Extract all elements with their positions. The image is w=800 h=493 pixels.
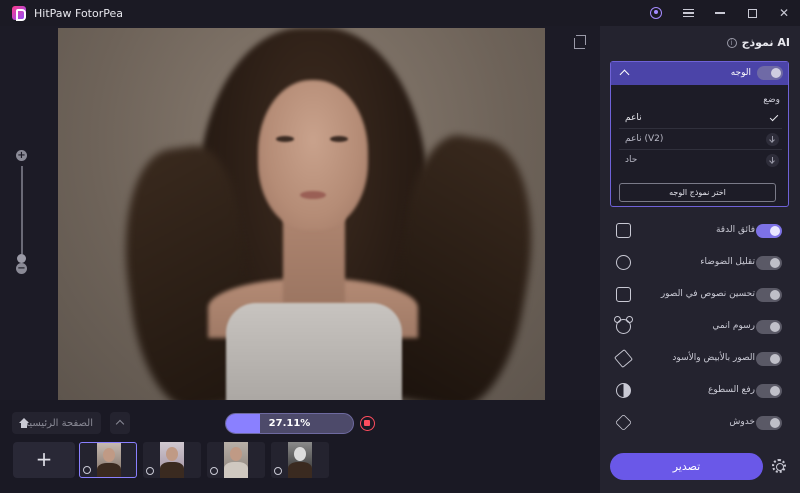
crop-icon[interactable] — [574, 35, 586, 49]
face-model-card: الوجه وضع ناعم ناعم (V2) حاد اختر نموذج … — [610, 61, 789, 207]
zoom-slider[interactable]: + − — [16, 150, 28, 274]
colorize-icon — [613, 348, 634, 369]
workspace: + − — [0, 26, 600, 400]
zoom-handle[interactable] — [17, 254, 26, 263]
chevron-up-icon[interactable] — [619, 69, 630, 80]
scratch-toggle[interactable] — [756, 416, 782, 430]
face-model-header[interactable]: الوجه — [611, 62, 788, 85]
mode-option-soft[interactable]: ناعم — [619, 110, 782, 129]
photo-eye-left — [276, 136, 294, 142]
upscale-icon — [616, 223, 631, 238]
window-controls: ✕ — [640, 0, 800, 26]
gear-icon[interactable] — [772, 459, 786, 473]
feature-scratch: خدوش — [610, 413, 782, 433]
thumbnail-2[interactable] — [143, 442, 201, 478]
home-label: الصفحة الرئيسية — [24, 417, 93, 429]
info-icon[interactable]: i — [726, 37, 737, 48]
feature-label: رفع السطوع — [708, 385, 755, 395]
feature-label: رسوم انمي — [712, 321, 755, 331]
face-model-toggle[interactable] — [757, 66, 783, 80]
maximize-icon — [747, 8, 757, 18]
thumbnail-image — [288, 442, 312, 478]
zoom-track[interactable] — [21, 166, 23, 254]
feature-brightness: رفع السطوع — [610, 381, 782, 401]
thumbnail-4[interactable] — [271, 442, 329, 478]
image-canvas[interactable] — [58, 28, 545, 400]
anime-icon — [614, 316, 633, 334]
photo-eye-right — [330, 136, 348, 142]
thumbnail-status-icon — [274, 467, 282, 475]
home-button[interactable]: الصفحة الرئيسية — [12, 412, 101, 434]
feature-label: فائق الدقة — [715, 225, 755, 235]
close-button[interactable]: ✕ — [768, 0, 800, 26]
export-button[interactable]: تصدير — [610, 453, 763, 480]
thumbnail-1[interactable] — [79, 442, 137, 478]
choose-face-model-button[interactable]: اختر نموذج الوجه — [619, 183, 776, 202]
thumbnail-image — [160, 442, 184, 478]
feature-colorize: الصور بالأبيض والأسود — [610, 348, 782, 369]
mode-option-soft-v2[interactable]: ناعم (V2) — [619, 131, 782, 150]
feature-denoise: تقليل الضوضاء — [610, 253, 782, 273]
denoise-toggle[interactable] — [756, 256, 782, 270]
minimize-button[interactable] — [704, 0, 736, 26]
feature-label: تحسين نصوص في الصور — [660, 289, 755, 299]
anime-toggle[interactable] — [756, 320, 782, 334]
thumbnail-status-icon — [146, 467, 154, 475]
app-logo-icon — [12, 6, 26, 21]
upscale-toggle[interactable] — [756, 224, 782, 238]
feature-label: تقليل الضوضاء — [700, 257, 755, 267]
title-bar: HitPaw FotorPea ✕ — [0, 0, 800, 26]
text-enhance-toggle[interactable] — [756, 288, 782, 302]
mode-option-label: ناعم (V2) — [625, 134, 664, 144]
menu-icon — [682, 9, 694, 17]
colorize-toggle[interactable] — [756, 352, 782, 366]
brightness-toggle[interactable] — [756, 384, 782, 398]
thumbnail-3[interactable] — [207, 442, 265, 478]
progress-text: 27.11% — [268, 418, 311, 429]
panel-title: نموذج AI — [741, 36, 790, 49]
ai-model-panel: i نموذج AI الوجه وضع ناعم ناعم (V2) حاد … — [600, 26, 800, 493]
panel-header: i نموذج AI — [726, 36, 790, 49]
scratch-icon — [615, 414, 632, 431]
zoom-in-button[interactable]: + — [16, 150, 27, 161]
progress-bar: 27.11% — [225, 413, 354, 434]
zoom-out-button[interactable]: − — [16, 263, 27, 274]
thumbnail-status-icon — [83, 466, 91, 474]
feature-label: الصور بالأبيض والأسود — [672, 353, 755, 363]
photo-garment — [226, 303, 402, 400]
feature-upscale: فائق الدقة — [610, 221, 782, 241]
collapse-button[interactable] — [110, 412, 130, 434]
feature-text-enhance: تحسين نصوص في الصور — [610, 285, 782, 305]
photo-lips — [300, 191, 326, 199]
maximize-button[interactable] — [736, 0, 768, 26]
feature-label: خدوش — [729, 417, 755, 427]
add-image-button[interactable]: + — [13, 442, 75, 478]
thumbnail-image — [224, 442, 248, 478]
thumbnail-status-icon — [210, 467, 218, 475]
stop-button[interactable] — [360, 416, 375, 431]
download-icon[interactable] — [766, 133, 779, 146]
face-model-label: الوجه — [730, 68, 751, 78]
app-title: HitPaw FotorPea — [34, 6, 123, 20]
minimize-icon — [715, 12, 725, 14]
mode-option-label: حاد — [625, 155, 638, 165]
check-icon — [769, 112, 779, 122]
brightness-icon — [616, 383, 631, 398]
home-icon — [19, 418, 29, 428]
photo-face — [258, 80, 368, 230]
download-icon[interactable] — [766, 154, 779, 167]
mode-option-label: ناعم — [625, 113, 642, 123]
text-enhance-icon — [616, 287, 631, 302]
bottom-bar: الصفحة الرئيسية 27.11% + — [0, 400, 600, 493]
thumbnail-image — [97, 443, 121, 477]
mode-label: وضع — [763, 95, 780, 105]
menu-button[interactable] — [672, 0, 704, 26]
denoise-icon — [616, 255, 631, 270]
mode-option-sharp[interactable]: حاد — [619, 152, 782, 171]
user-icon — [650, 7, 662, 19]
account-button[interactable] — [640, 0, 672, 26]
close-icon: ✕ — [778, 6, 790, 20]
feature-anime: رسوم انمي — [610, 316, 782, 337]
